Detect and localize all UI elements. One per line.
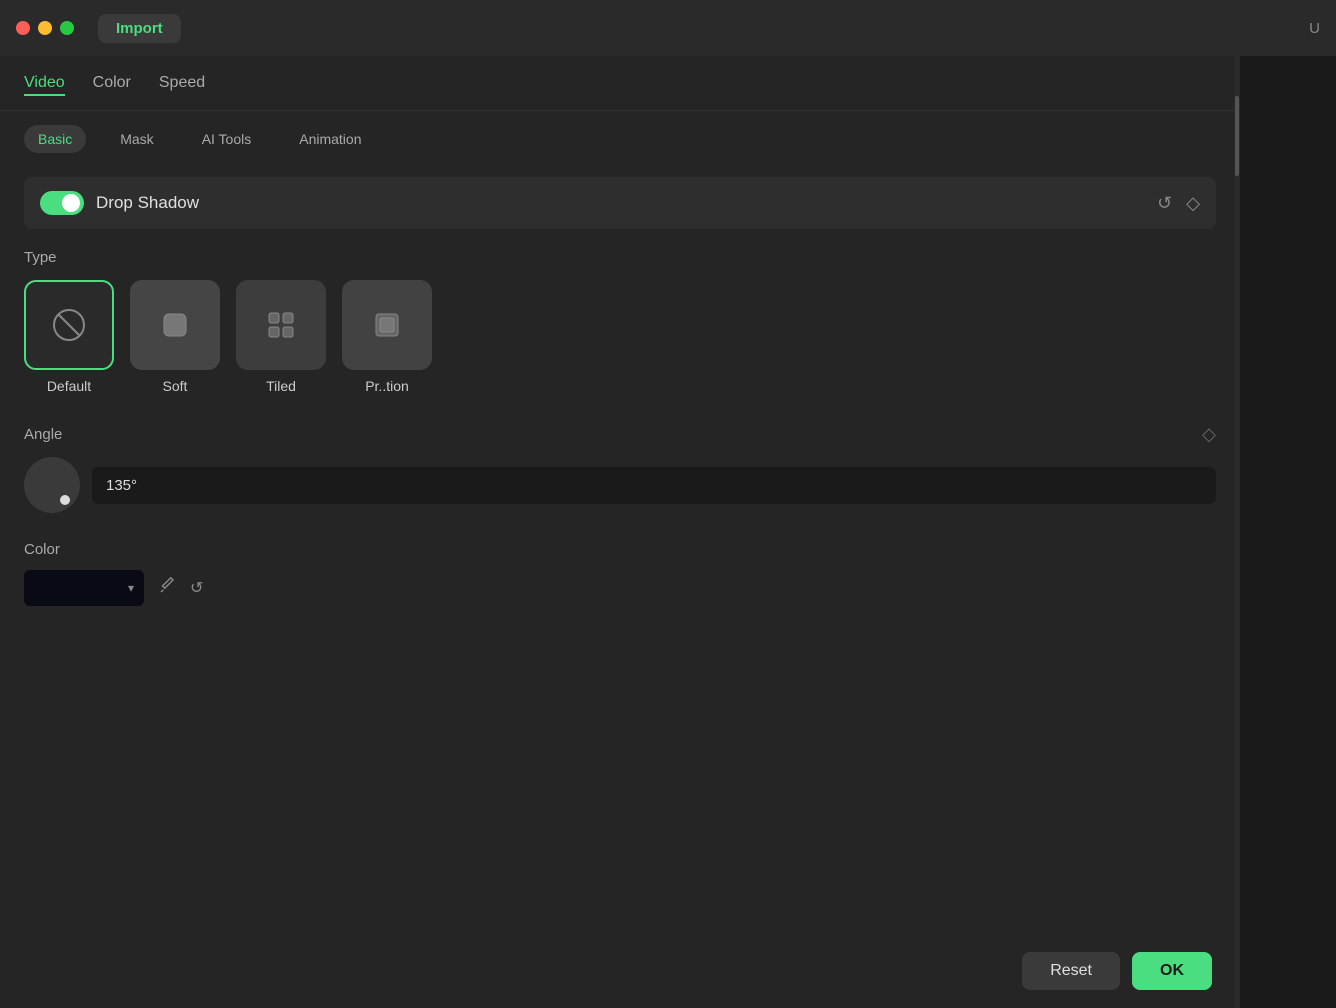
type-option-default[interactable]: Default xyxy=(24,280,114,394)
tab-video[interactable]: Video xyxy=(24,74,65,96)
import-button[interactable]: Import xyxy=(98,14,181,43)
panel: Video Color Speed Basic Mask AI Tools An… xyxy=(0,56,1240,1008)
reset-icon[interactable]: ↺ xyxy=(1157,193,1172,214)
angle-input[interactable]: 135° xyxy=(92,467,1216,504)
secondary-tabs: Basic Mask AI Tools Animation xyxy=(0,111,1240,167)
type-label: Type xyxy=(24,249,1216,266)
drop-shadow-label: Drop Shadow xyxy=(96,193,199,213)
tab-basic[interactable]: Basic xyxy=(24,125,86,153)
drop-shadow-actions: ↺ ◇ xyxy=(1157,193,1200,214)
toggle-thumb xyxy=(62,194,80,212)
angle-knob[interactable] xyxy=(24,457,80,513)
tab-mask[interactable]: Mask xyxy=(106,125,167,153)
angle-label: Angle xyxy=(24,426,62,443)
scrollbar-thumb xyxy=(1235,96,1239,176)
color-swatch[interactable]: ▾ xyxy=(24,570,144,606)
type-icon-tiled xyxy=(236,280,326,370)
primary-tabs: Video Color Speed xyxy=(0,56,1240,111)
angle-knob-dot xyxy=(60,495,70,505)
close-button[interactable] xyxy=(16,21,30,35)
title-bar: Import U xyxy=(0,0,1336,56)
reset-button[interactable]: Reset xyxy=(1022,952,1120,990)
angle-diamond-icon[interactable]: ◇ xyxy=(1202,424,1216,445)
diamond-icon[interactable]: ◇ xyxy=(1186,193,1200,214)
bottom-bar: Reset OK xyxy=(0,934,1240,1008)
tab-ai-tools[interactable]: AI Tools xyxy=(188,125,266,153)
type-icon-soft xyxy=(130,280,220,370)
eyedropper-icon[interactable] xyxy=(158,577,176,600)
drop-shadow-row: Drop Shadow ↺ ◇ xyxy=(24,177,1216,229)
main-content: Video Color Speed Basic Mask AI Tools An… xyxy=(0,56,1336,1008)
section-content: Drop Shadow ↺ ◇ Type xyxy=(0,177,1240,606)
type-icon-default xyxy=(24,280,114,370)
title-bar-right: U xyxy=(1309,20,1320,37)
ok-button[interactable]: OK xyxy=(1132,952,1212,990)
type-option-soft[interactable]: Soft xyxy=(130,280,220,394)
type-name-soft: Soft xyxy=(163,378,188,394)
tab-speed[interactable]: Speed xyxy=(159,74,205,96)
reset-color-icon[interactable]: ↺ xyxy=(190,578,203,598)
scrollbar[interactable] xyxy=(1234,56,1240,1008)
type-options: Default Soft xyxy=(24,280,1216,394)
chevron-down-icon: ▾ xyxy=(128,581,134,595)
angle-row: Angle ◇ xyxy=(24,424,1216,445)
maximize-button[interactable] xyxy=(60,21,74,35)
type-icon-projection xyxy=(342,280,432,370)
type-option-tiled[interactable]: Tiled xyxy=(236,280,326,394)
traffic-lights xyxy=(16,21,74,35)
angle-control: 135° xyxy=(24,457,1216,513)
type-option-projection[interactable]: Pr..tion xyxy=(342,280,432,394)
type-name-projection: Pr..tion xyxy=(365,378,409,394)
type-name-tiled: Tiled xyxy=(266,378,296,394)
tab-color[interactable]: Color xyxy=(93,74,131,96)
drop-shadow-toggle[interactable] xyxy=(40,191,84,215)
minimize-button[interactable] xyxy=(38,21,52,35)
color-label: Color xyxy=(24,541,1216,558)
tab-animation[interactable]: Animation xyxy=(285,125,375,153)
type-name-default: Default xyxy=(47,378,91,394)
color-row: ▾ ↺ xyxy=(24,570,1216,606)
